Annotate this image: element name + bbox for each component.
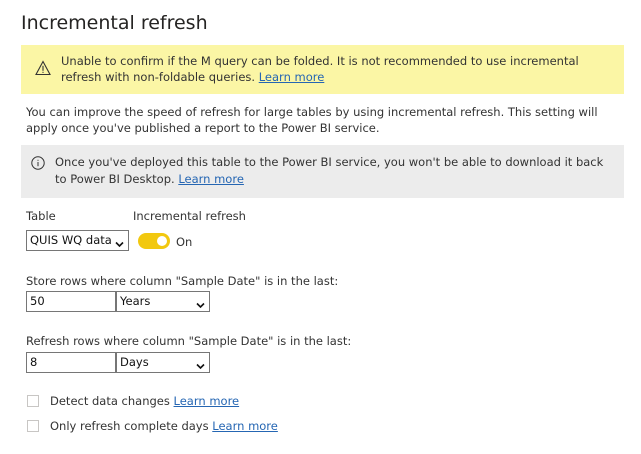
table-select-value: QUIS WQ data [30,233,112,247]
info-icon [31,156,45,170]
detect-data-changes-label: Detect data changes [50,394,170,408]
chevron-down-icon [196,298,205,309]
incremental-refresh-label: Incremental refresh [133,209,246,223]
info-banner: Once you've deployed this table to the P… [21,145,624,198]
chevron-down-icon [196,359,205,370]
refresh-period-input[interactable]: 8 [26,352,116,373]
refresh-rows-label: Refresh rows where column "Sample Date" … [26,334,352,348]
store-rows-label: Store rows where column "Sample Date" is… [26,274,339,288]
detect-learn-more-link[interactable]: Learn more [174,394,240,408]
detect-data-changes-row: Detect data changes Learn more [50,394,239,408]
complete-learn-more-link[interactable]: Learn more [212,419,278,433]
warning-icon [35,60,51,76]
refresh-unit-value: Days [120,355,149,369]
panel-title: Incremental refresh [21,12,208,34]
table-label: Table [26,209,56,223]
store-unit-value: Years [120,294,151,308]
toggle-knob [157,236,167,246]
warning-message: Unable to confirm if the M query can be … [61,53,617,85]
store-unit-select[interactable]: Years [116,291,210,312]
info-learn-more-link[interactable]: Learn more [178,172,244,186]
only-complete-days-row: Only refresh complete days Learn more [50,419,278,433]
warning-banner: Unable to confirm if the M query can be … [21,45,624,94]
only-complete-days-label: Only refresh complete days [50,419,209,433]
incremental-refresh-toggle[interactable] [138,233,170,249]
chevron-down-icon [115,237,124,248]
info-text: Once you've deployed this table to the P… [55,155,604,186]
refresh-unit-select[interactable]: Days [116,352,210,373]
toggle-state-label: On [176,235,193,249]
warning-learn-more-link[interactable]: Learn more [259,70,325,84]
store-period-input[interactable]: 50 [26,291,116,312]
only-complete-days-checkbox[interactable] [27,420,39,432]
description-text: You can improve the speed of refresh for… [26,105,598,135]
table-select[interactable]: QUIS WQ data [26,230,129,251]
info-message: Once you've deployed this table to the P… [55,154,615,188]
detect-data-changes-checkbox[interactable] [27,395,39,407]
